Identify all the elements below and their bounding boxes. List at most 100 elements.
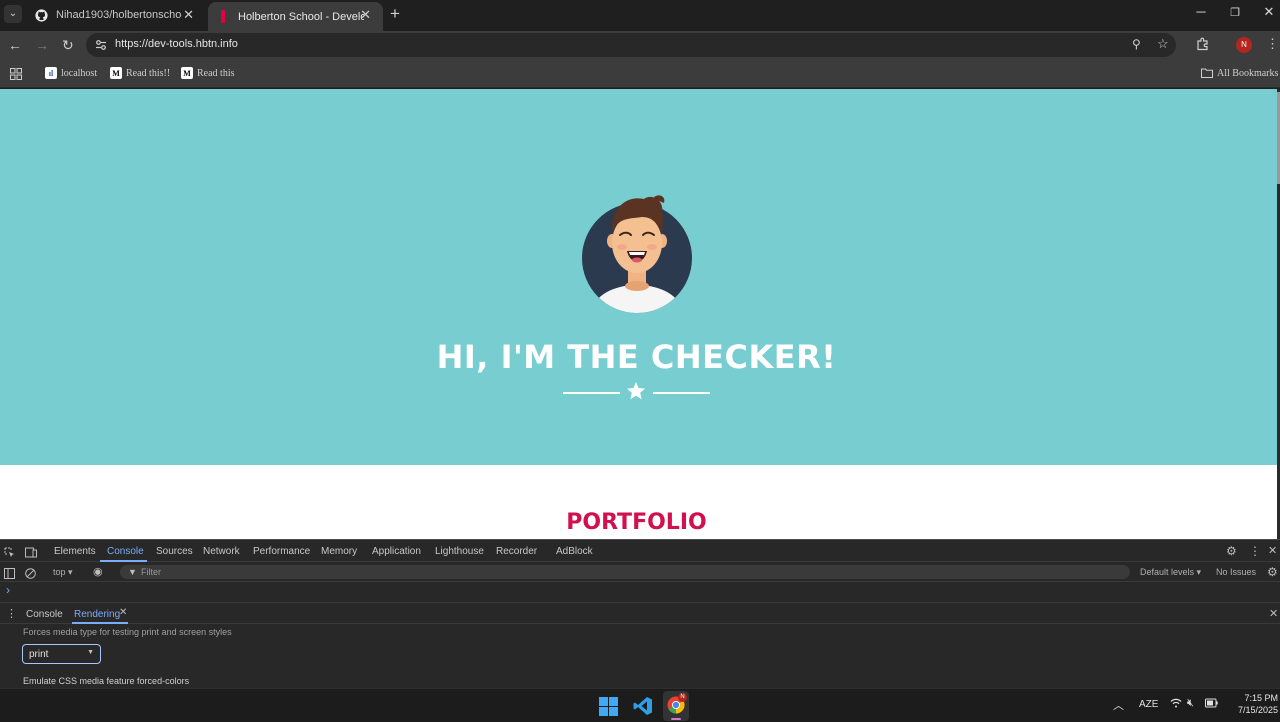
devtools-menu-icon[interactable]: ⋮ [1249, 544, 1261, 558]
folder-icon [1201, 67, 1213, 79]
profile-badge: N [678, 693, 687, 702]
bookmark-label: Read this!! [126, 67, 171, 79]
windows-start-icon[interactable] [599, 697, 618, 721]
console-filter-input[interactable]: ▼ Filter [120, 565, 1130, 579]
bookmark-star-icon[interactable]: ☆ [1157, 36, 1169, 52]
devtools-panel: Elements Console Sources Network Perform… [0, 539, 1280, 688]
media-type-value: print [29, 649, 49, 660]
close-tab-icon[interactable]: ✕ [183, 7, 194, 23]
divider-line-right [653, 392, 710, 394]
tab-github[interactable]: Nihad1903/holbertonschool-w ✕ [30, 2, 206, 28]
wifi-icon[interactable] [1170, 698, 1182, 711]
close-rendering-tab-icon[interactable]: ✕ [119, 607, 127, 618]
drawer-tabbar: ⋮ Console Rendering ✕ ✕ [0, 602, 1280, 624]
forced-colors-label: Emulate CSS media feature forced-colors [23, 676, 190, 686]
window-close-icon[interactable]: ✕ [1254, 4, 1280, 20]
devtools-tab-adblock[interactable]: AdBlock [556, 546, 593, 557]
context-label: top [53, 567, 66, 577]
close-devtools-icon[interactable]: ✕ [1268, 544, 1277, 557]
console-toolbar: top ▾ ◉ ▼ Filter Default levels ▾ No Iss… [0, 562, 1280, 582]
devtools-tab-network[interactable]: Network [203, 546, 240, 557]
inspect-element-icon[interactable] [4, 545, 15, 563]
restore-icon[interactable]: ❐ [1220, 6, 1250, 19]
battery-icon[interactable] [1205, 698, 1218, 711]
holberton-icon [216, 10, 230, 24]
drawer-tab-console[interactable]: Console [26, 609, 63, 620]
devtools-tab-application[interactable]: Application [372, 546, 421, 557]
vscode-icon[interactable] [633, 696, 653, 721]
medium-icon: M [181, 67, 193, 79]
page-viewport: HI, I'M THE CHECKER! PORTFOLIO [0, 89, 1277, 539]
bookmark-localhost[interactable]: ıl localhost [45, 67, 97, 79]
device-toolbar-icon[interactable] [25, 545, 37, 563]
all-bookmarks[interactable]: All Bookmarks [1201, 67, 1278, 79]
clock-time: 7:15 PM [1244, 693, 1278, 703]
zoom-icon[interactable]: ⚲ [1132, 37, 1141, 51]
tray-overflow-icon[interactable]: ︿ [1113, 697, 1124, 713]
hero-title: HI, I'M THE CHECKER! [436, 338, 837, 376]
clock-date: 7/15/2025 [1237, 705, 1278, 715]
devtools-tabbar: Elements Console Sources Network Perform… [0, 540, 1280, 562]
devtools-tab-lighthouse[interactable]: Lighthouse [435, 546, 484, 557]
media-type-description: Forces media type for testing print and … [23, 627, 232, 637]
tab-strip: ⌄ Nihad1903/holbertonschool-w ✕ Holberto… [0, 0, 1280, 31]
reload-icon[interactable]: ↻ [62, 37, 74, 54]
bookmarks-bar: ıl localhost M Read this!! M Read this A… [0, 59, 1280, 88]
system-clock[interactable]: 7:15 PM 7/15/2025 [1222, 692, 1278, 716]
tab-holberton[interactable]: Holberton School - Developer t ✕ [208, 2, 383, 31]
settings-gear-icon[interactable]: ⚙ [1226, 544, 1237, 558]
extensions-icon[interactable] [1196, 37, 1210, 56]
back-icon[interactable]: ← [8, 37, 22, 53]
log-levels-dropdown[interactable]: Default levels ▾ [1140, 567, 1201, 578]
clear-console-icon[interactable] [25, 566, 36, 584]
medium-icon: M [110, 67, 122, 79]
drawer-tab-rendering[interactable]: Rendering [74, 609, 120, 620]
sidebar-toggle-icon[interactable] [4, 566, 15, 584]
profile-avatar[interactable]: N [1236, 37, 1252, 53]
avatar [582, 191, 692, 317]
apps-grid-icon[interactable] [10, 67, 22, 85]
tab-search-button[interactable]: ⌄ [4, 5, 22, 23]
forward-icon[interactable]: → [35, 37, 49, 53]
address-bar[interactable]: https://dev-tools.hbtn.info ⚲ ☆ [86, 33, 1176, 57]
all-bookmarks-label: All Bookmarks [1217, 67, 1279, 79]
bookmark-read-this-1[interactable]: M Read this!! [110, 67, 170, 79]
devtools-tab-sources[interactable]: Sources [156, 546, 193, 557]
context-selector[interactable]: top ▾ [53, 567, 73, 578]
filter-placeholder: Filter [141, 567, 161, 577]
issues-counter[interactable]: No Issues [1216, 567, 1256, 577]
devtools-tab-recorder[interactable]: Recorder [496, 546, 537, 557]
devtools-tab-console[interactable]: Console [107, 546, 144, 557]
drawer-menu-icon[interactable]: ⋮ [6, 607, 17, 620]
bookmark-label: localhost [61, 67, 98, 79]
section-title: PORTFOLIO [566, 510, 707, 535]
localhost-favicon: ıl [45, 67, 57, 79]
site-info-icon[interactable] [95, 38, 107, 56]
devtools-tab-memory[interactable]: Memory [321, 546, 357, 557]
close-tab-icon[interactable]: ✕ [360, 7, 371, 23]
bookmark-read-this-2[interactable]: M Read this [181, 67, 235, 79]
minimize-icon[interactable]: ─ [1186, 4, 1216, 19]
hero-section: HI, I'M THE CHECKER! [0, 89, 1277, 465]
browser-toolbar: ← → ↻ https://dev-tools.hbtn.info ⚲ ☆ N … [0, 31, 1280, 59]
new-tab-icon[interactable]: + [390, 4, 400, 24]
log-levels-label: Default levels [1140, 567, 1195, 577]
divider-line-left [563, 392, 620, 394]
windows-taskbar: N ︿ AZE 🔇︎ 7:15 PM 7/15/2025 [0, 688, 1280, 722]
active-app-indicator [671, 718, 681, 720]
volume-muted-icon[interactable]: 🔇︎ [1187, 697, 1194, 710]
console-settings-icon[interactable]: ⚙ [1267, 565, 1278, 579]
tab-title: Nihad1903/holbertonschool-w [56, 9, 182, 21]
devtools-tab-performance[interactable]: Performance [253, 546, 310, 557]
star-icon [626, 381, 646, 401]
devtools-tab-elements[interactable]: Elements [54, 546, 96, 557]
browser-menu-icon[interactable]: ⋮ [1266, 36, 1279, 52]
live-expression-eye-icon[interactable]: ◉ [93, 565, 103, 578]
close-drawer-icon[interactable]: ✕ [1269, 607, 1278, 620]
bookmark-label: Read this [197, 67, 235, 79]
console-prompt[interactable]: › [6, 583, 10, 597]
media-type-select[interactable]: print ▼ [22, 644, 101, 664]
url-text: https://dev-tools.hbtn.info [115, 38, 238, 50]
chrome-taskbar-button[interactable]: N [663, 691, 689, 721]
keyboard-language[interactable]: AZE [1139, 699, 1158, 710]
